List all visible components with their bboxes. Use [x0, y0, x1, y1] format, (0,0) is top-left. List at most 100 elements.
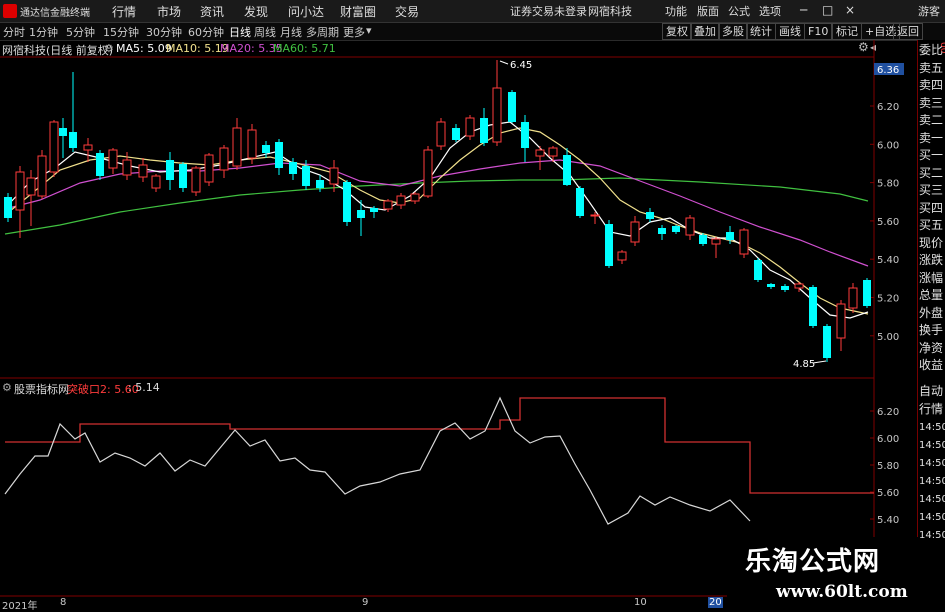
kline-chart[interactable]: 6.20 6.00 5.80 5.60 5.40 5.20 5.00 6.20 6.00 5.8… — [0, 0, 945, 609]
candle-body — [166, 160, 174, 180]
candle-body — [699, 235, 707, 244]
trade-item-5: 14:50 — [919, 476, 945, 487]
candle-body — [289, 162, 297, 174]
candle-body — [343, 182, 351, 222]
candle-body — [69, 132, 77, 148]
quote-item-12: 涨跌 — [919, 253, 944, 267]
quote-item-2: 卖四 — [919, 78, 944, 92]
candle-body — [26, 177, 36, 196]
candle-body — [83, 144, 93, 151]
y-tick-label: 6.00 — [877, 434, 899, 445]
y-tick-label: 5.60 — [877, 217, 899, 228]
candle-body — [329, 167, 339, 185]
candle-body — [863, 280, 871, 306]
candle-body — [370, 208, 378, 212]
y-tick-label: 5.40 — [877, 255, 899, 266]
candle-body — [521, 122, 529, 148]
candle-body — [809, 287, 817, 326]
candle-body — [711, 238, 721, 245]
candle-body — [357, 210, 365, 218]
high-pointer — [499, 60, 509, 65]
candle-body — [508, 92, 516, 122]
ma10-line — [4, 127, 869, 315]
quote-item-9: 买四 — [919, 200, 944, 215]
candle-body — [15, 171, 25, 211]
ma60-line — [4, 177, 869, 235]
candle-body — [262, 145, 270, 153]
quote-item-4: 卖二 — [919, 113, 944, 127]
date-label-20: 20 — [708, 597, 723, 608]
watermark-title: 乐淘公式网 — [745, 547, 881, 577]
price-tag: 6.36 — [877, 65, 899, 76]
candle-body — [151, 175, 161, 189]
breakthrough-line — [5, 397, 874, 494]
y-tick-label: 5.20 — [877, 294, 899, 305]
quote-item-3: 卖三 — [919, 95, 944, 110]
trade-item-3: 14:50 — [919, 440, 945, 451]
quote-item-15: 外盘 — [919, 305, 944, 320]
candle-body — [452, 128, 460, 140]
candle-body — [646, 212, 654, 219]
y-tick-label: 5.60 — [877, 488, 899, 499]
candle-body — [480, 118, 488, 143]
candle-body — [37, 155, 47, 197]
candle-body — [590, 214, 600, 217]
candle-body — [535, 149, 545, 157]
candle-body — [138, 164, 148, 178]
candle-body — [781, 286, 789, 290]
high-label: 6.45 — [510, 60, 532, 71]
candle-body — [726, 232, 734, 240]
date-label-8: 8 — [60, 597, 67, 608]
trade-item-4: 14:50 — [919, 458, 945, 469]
quote-item-14: 总量 — [919, 288, 944, 302]
candle-body — [672, 226, 680, 232]
candle-body — [410, 193, 420, 202]
quote-item-16: 换手 — [919, 323, 944, 337]
candle-body — [563, 155, 571, 185]
candle-body — [275, 142, 283, 168]
quote-item-6: 买一 — [919, 148, 944, 162]
candle-body — [96, 153, 104, 176]
candle-body — [492, 87, 502, 143]
trade-item-1: 行情 — [919, 402, 944, 416]
date-axis: 2021年 8 9 10 20 — [0, 597, 723, 612]
quote-item-8: 买三 — [919, 183, 944, 197]
watermark-url: www.60lt.com — [776, 582, 908, 602]
candle-body — [836, 303, 846, 339]
candle-body — [848, 287, 858, 309]
candle-body — [396, 195, 406, 206]
candle-body — [316, 180, 324, 188]
candlesticks — [4, 60, 871, 362]
candle-body — [179, 164, 187, 188]
candle-body — [247, 129, 257, 159]
y-tick-label: 5.00 — [877, 332, 899, 343]
y-tick-label: 5.80 — [877, 461, 899, 472]
trade-item-0: 自动 — [919, 384, 944, 398]
candle-body — [232, 127, 242, 167]
candle-body — [108, 149, 118, 169]
quote-item-10: 买五 — [919, 218, 944, 232]
y-tick-label: 6.00 — [877, 140, 899, 151]
trade-item-2: 14:50 — [919, 422, 945, 433]
candle-body — [436, 121, 446, 147]
candle-body — [122, 159, 132, 176]
y-tick-label: 6.20 — [877, 407, 899, 418]
candle-body — [605, 224, 613, 266]
indicator-line — [4, 396, 751, 525]
quote-item-11: 现价 — [919, 235, 944, 250]
candle-body — [4, 197, 12, 218]
quote-item-7: 买二 — [919, 165, 944, 180]
date-label-10: 10 — [634, 597, 647, 608]
y-tick-label: 5.80 — [877, 179, 899, 190]
candle-body — [383, 200, 393, 210]
candle-body — [49, 121, 59, 173]
y-tick-label: 6.20 — [877, 102, 899, 113]
candle-body — [59, 128, 67, 136]
quote-item-18: 收益 — [919, 358, 944, 372]
ma5-line — [4, 121, 869, 319]
candle-body — [630, 221, 640, 243]
date-label-9: 9 — [362, 597, 369, 608]
y-tick-label: 5.40 — [877, 515, 899, 526]
candle-body — [794, 283, 804, 289]
candle-body — [767, 284, 775, 287]
